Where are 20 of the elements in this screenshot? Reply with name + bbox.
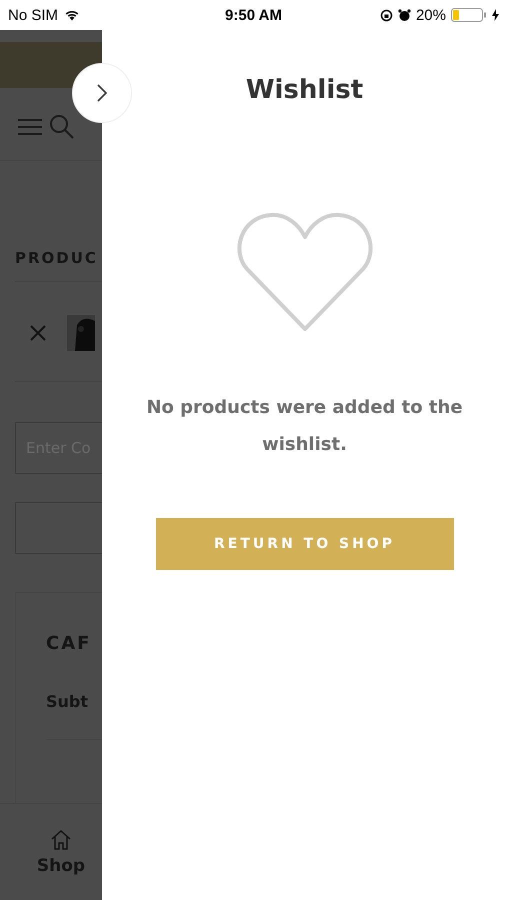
- carrier: No SIM: [8, 6, 58, 24]
- chevron-right-icon: [96, 83, 108, 103]
- rotation-lock-icon: [380, 8, 393, 22]
- search-icon[interactable]: [49, 114, 75, 140]
- charging-icon: [492, 9, 499, 21]
- remove-icon[interactable]: [29, 324, 47, 342]
- panel-title: Wishlist: [246, 75, 364, 105]
- return-to-shop-button[interactable]: RETURN TO SHOP: [156, 518, 454, 570]
- nav-item[interactable]: Shop: [16, 828, 86, 876]
- battery-percent: 20%: [416, 6, 446, 24]
- menu-icon[interactable]: [17, 117, 43, 137]
- home-icon: [48, 828, 73, 852]
- wifi-icon: [64, 9, 80, 21]
- clock-time: 9:50 AM: [225, 6, 282, 24]
- section-heading: PRODUC: [15, 249, 99, 267]
- heart-icon: [236, 211, 372, 333]
- cart-heading: CAF: [46, 633, 92, 654]
- empty-message: No products were added to the wishlist.: [145, 396, 464, 457]
- subtotal-label: Subt: [46, 692, 90, 711]
- battery-icon: [451, 8, 487, 22]
